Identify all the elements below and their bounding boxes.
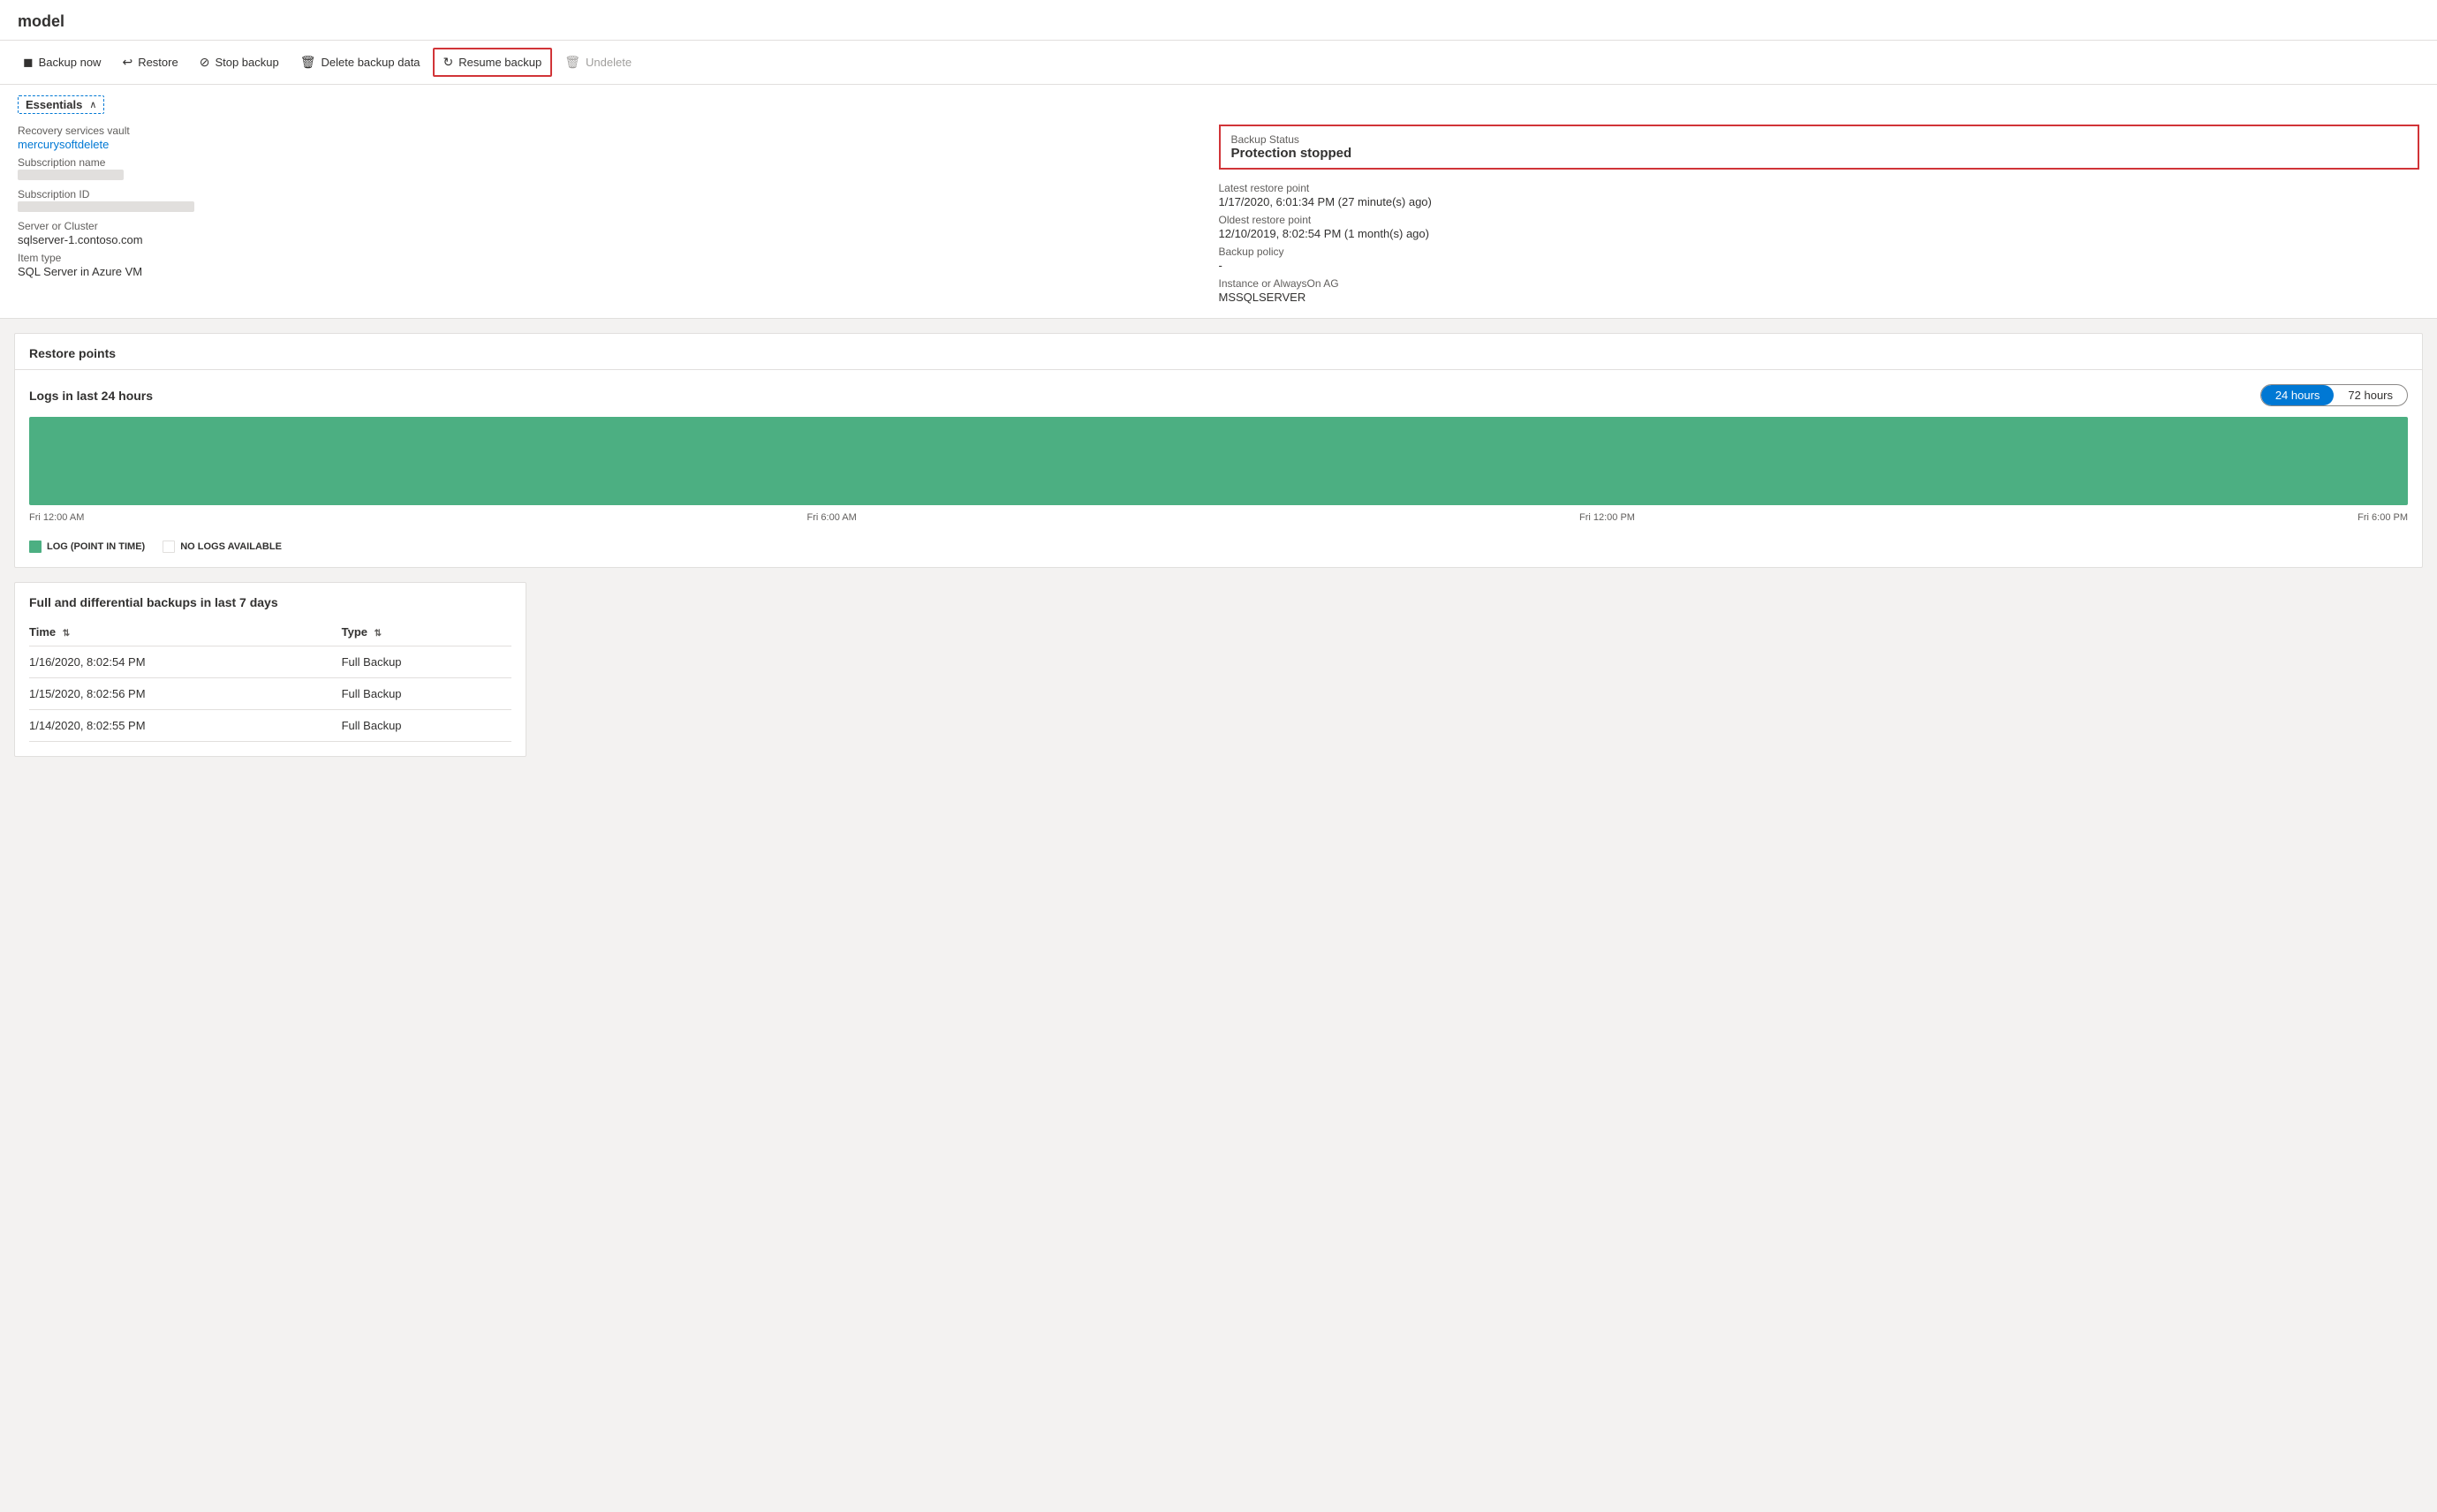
essentials-left: Recovery services vault mercurysoftdelet… <box>18 125 1219 304</box>
legend-label-no-logs: NO LOGS AVAILABLE <box>180 541 282 552</box>
x-label-3: Fri 6:00 PM <box>2358 512 2408 523</box>
table-row: 1/15/2020, 8:02:56 PM Full Backup <box>29 678 511 710</box>
essentials-grid: Recovery services vault mercurysoftdelet… <box>18 125 2419 304</box>
instance-value: MSSQLSERVER <box>1219 291 2420 304</box>
item-type-field: Item type SQL Server in Azure VM <box>18 252 1219 278</box>
item-type-label: Item type <box>18 252 1219 264</box>
x-label-2: Fri 12:00 PM <box>1579 512 1635 523</box>
subscription-name-field: Subscription name <box>18 156 1219 183</box>
72-hours-button[interactable]: 72 hours <box>2334 385 2407 405</box>
item-type-value: SQL Server in Azure VM <box>18 265 1219 278</box>
backup-status-value: Protection stopped <box>1231 146 2408 161</box>
legend-color-green <box>29 541 42 553</box>
backup-policy-field: Backup policy - <box>1219 246 2420 272</box>
chart-legend: LOG (POINT IN TIME) NO LOGS AVAILABLE <box>29 533 2408 553</box>
resume-backup-label: Resume backup <box>458 56 541 69</box>
oldest-restore-label: Oldest restore point <box>1219 214 2420 226</box>
essentials-right: Backup Status Protection stopped Latest … <box>1219 125 2420 304</box>
24-hours-button[interactable]: 24 hours <box>2261 385 2335 405</box>
oldest-restore-value: 12/10/2019, 8:02:54 PM (1 month(s) ago) <box>1219 227 2420 240</box>
time-column-label: Time <box>29 625 56 639</box>
chart-container: Logs in last 24 hours 24 hours 72 hours … <box>15 370 2422 567</box>
oldest-restore-field: Oldest restore point 12/10/2019, 8:02:54… <box>1219 214 2420 240</box>
full-diff-section: Full and differential backups in last 7 … <box>14 582 526 757</box>
stop-backup-button[interactable]: ⊘ Stop backup <box>191 49 288 75</box>
latest-restore-field: Latest restore point 1/17/2020, 6:01:34 … <box>1219 182 2420 208</box>
table-header-row: Time ⇅ Type ⇅ <box>29 618 511 646</box>
server-cluster-field: Server or Cluster sqlserver-1.contoso.co… <box>18 220 1219 246</box>
chart-header: Logs in last 24 hours 24 hours 72 hours <box>29 384 2408 406</box>
backup-now-button[interactable]: ◼ Backup now <box>14 49 110 75</box>
essentials-header: Essentials ∧ <box>18 95 104 114</box>
backup-status-label: Backup Status <box>1231 133 2408 146</box>
row-2-type: Full Backup <box>342 710 511 742</box>
recovery-vault-label: Recovery services vault <box>18 125 1219 137</box>
chart-title: Logs in last 24 hours <box>29 389 153 403</box>
subscription-id-label: Subscription ID <box>18 188 1219 200</box>
table-row: 1/16/2020, 8:02:54 PM Full Backup <box>29 646 511 678</box>
row-2-time: 1/14/2020, 8:02:55 PM <box>29 710 342 742</box>
resume-backup-icon: ↻ <box>443 55 454 70</box>
stop-backup-label: Stop backup <box>215 56 278 69</box>
table-container: Time ⇅ Type ⇅ 1/16/2020, 8:02:54 PM Full… <box>15 618 526 756</box>
chart-x-axis: Fri 12:00 AM Fri 6:00 AM Fri 12:00 PM Fr… <box>29 512 2408 523</box>
full-diff-title: Full and differential backups in last 7 … <box>15 583 526 618</box>
server-cluster-value: sqlserver-1.contoso.com <box>18 233 1219 246</box>
backup-table: Time ⇅ Type ⇅ 1/16/2020, 8:02:54 PM Full… <box>29 618 511 742</box>
type-column-header[interactable]: Type ⇅ <box>342 618 511 646</box>
time-column-header[interactable]: Time ⇅ <box>29 618 342 646</box>
type-sort-icon: ⇅ <box>375 629 382 639</box>
backup-policy-label: Backup policy <box>1219 246 2420 258</box>
time-toggle: 24 hours 72 hours <box>2260 384 2408 406</box>
backup-now-icon: ◼ <box>23 55 34 70</box>
type-column-label: Type <box>342 625 367 639</box>
server-cluster-label: Server or Cluster <box>18 220 1219 232</box>
table-row: 1/14/2020, 8:02:55 PM Full Backup <box>29 710 511 742</box>
subscription-id-value <box>18 201 1219 215</box>
delete-backup-data-button[interactable]: 🗑 Delete backup data <box>291 49 429 75</box>
row-1-time: 1/15/2020, 8:02:56 PM <box>29 678 342 710</box>
undelete-label: Undelete <box>586 56 632 69</box>
stop-backup-icon: ⊘ <box>200 55 210 70</box>
delete-backup-icon: 🗑 <box>300 55 316 70</box>
instance-field: Instance or AlwaysOn AG MSSQLSERVER <box>1219 277 2420 304</box>
restore-button[interactable]: ↩ Restore <box>113 49 186 75</box>
delete-backup-label: Delete backup data <box>322 56 420 69</box>
legend-label-log: LOG (POINT IN TIME) <box>47 541 145 552</box>
restore-icon: ↩ <box>122 55 132 70</box>
latest-restore-value: 1/17/2020, 6:01:34 PM (27 minute(s) ago) <box>1219 195 2420 208</box>
subscription-name-value <box>18 170 1219 183</box>
resume-backup-button[interactable]: ↻ Resume backup <box>433 48 553 77</box>
row-0-time: 1/16/2020, 8:02:54 PM <box>29 646 342 678</box>
subscription-name-label: Subscription name <box>18 156 1219 169</box>
legend-color-white <box>163 541 175 553</box>
row-1-type: Full Backup <box>342 678 511 710</box>
row-0-type: Full Backup <box>342 646 511 678</box>
undelete-icon: 🗑 <box>564 55 580 70</box>
subscription-id-field: Subscription ID <box>18 188 1219 215</box>
restore-points-title: Restore points <box>15 334 2422 370</box>
essentials-chevron-icon: ∧ <box>89 99 96 110</box>
backup-policy-value: - <box>1219 259 2420 272</box>
legend-item-log: LOG (POINT IN TIME) <box>29 541 145 553</box>
content-area: Essentials ∧ Recovery services vault mer… <box>0 85 2437 757</box>
x-label-0: Fri 12:00 AM <box>29 512 84 523</box>
recovery-vault-value[interactable]: mercurysoftdelete <box>18 138 1219 151</box>
essentials-section: Essentials ∧ Recovery services vault mer… <box>0 85 2437 319</box>
restore-points-section: Restore points Logs in last 24 hours 24 … <box>14 333 2423 568</box>
backup-now-label: Backup now <box>39 56 102 69</box>
recovery-vault-field: Recovery services vault mercurysoftdelet… <box>18 125 1219 151</box>
x-label-1: Fri 6:00 AM <box>807 512 857 523</box>
instance-label: Instance or AlwaysOn AG <box>1219 277 2420 290</box>
legend-item-no-logs: NO LOGS AVAILABLE <box>163 541 282 553</box>
chart-area <box>29 417 2408 505</box>
restore-label: Restore <box>138 56 178 69</box>
page-title: model <box>0 0 2437 41</box>
toolbar: ◼ Backup now ↩ Restore ⊘ Stop backup 🗑 D… <box>0 41 2437 85</box>
time-sort-icon: ⇅ <box>63 629 70 639</box>
latest-restore-label: Latest restore point <box>1219 182 2420 194</box>
undelete-button[interactable]: 🗑 Undelete <box>556 49 640 75</box>
backup-status-box: Backup Status Protection stopped <box>1219 125 2420 170</box>
essentials-title: Essentials <box>26 98 82 111</box>
